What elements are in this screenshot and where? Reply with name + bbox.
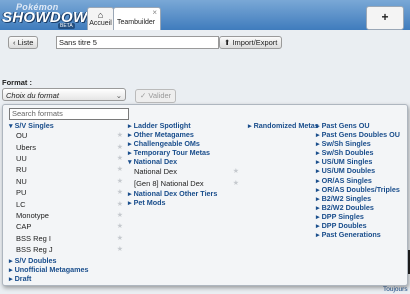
star-icon[interactable]: ★ [117, 164, 123, 175]
tab-accueil[interactable]: ⌂ Accueil [87, 7, 114, 30]
star-icon[interactable]: ★ [117, 153, 123, 164]
back-to-list-button[interactable]: ‹ Liste [8, 36, 39, 49]
format-option[interactable]: [Gen 8] National Dex ★ [128, 178, 241, 189]
home-icon: ⌂ [97, 10, 104, 20]
format-select[interactable]: Choix du format ⌄ [2, 88, 126, 101]
format-option-label: PU [16, 188, 27, 198]
format-option[interactable]: Monotype ★ [9, 210, 125, 221]
star-icon[interactable]: ★ [117, 210, 123, 221]
star-icon[interactable]: ★ [117, 142, 123, 153]
format-option[interactable]: CAP ★ [9, 221, 125, 232]
format-section-header[interactable]: ▸ Past Generations [316, 230, 406, 239]
format-option-label: NU [16, 176, 27, 186]
format-option-label: Monotype [16, 210, 49, 220]
format-option-label: [Gen 8] National Dex [134, 178, 204, 188]
team-name-input[interactable]: Sans titre 5 [56, 36, 219, 49]
star-icon[interactable]: ★ [117, 233, 123, 244]
format-select-value: Choix du format [6, 91, 59, 100]
format-section-header[interactable]: ▸ Pet Mods [128, 198, 241, 207]
format-section-header[interactable]: ▸ Temporary Tour Metas [128, 148, 241, 157]
star-icon[interactable]: ★ [117, 221, 123, 232]
format-section-header[interactable]: ▸ OR/AS Doubles/Triples [316, 185, 406, 194]
close-tab-icon[interactable]: × [152, 8, 157, 17]
format-section-header[interactable]: ▸ DPP Singles [316, 212, 406, 221]
format-option-label: BSS Reg J [16, 245, 53, 255]
format-option-label: LC [16, 199, 26, 209]
format-section-header[interactable]: ▸ Other Metagames [128, 130, 241, 139]
star-icon[interactable]: ★ [233, 166, 239, 177]
format-option[interactable]: BSS Reg I ★ [9, 233, 125, 244]
pokemon-showdown-logo[interactable]: Pokémon SHOWDOWN! BETA [2, 2, 104, 29]
format-section-header[interactable]: ▾ National Dex [128, 157, 241, 166]
format-option-label: CAP [16, 222, 32, 232]
format-section-header[interactable]: ▸ B2/W2 Singles [316, 194, 406, 203]
star-icon[interactable]: ★ [117, 244, 123, 255]
format-option-label: OU [16, 131, 28, 141]
format-section-header[interactable]: ▾ S/V Singles [9, 121, 125, 130]
format-section-header[interactable]: ▸ US/UM Singles [316, 157, 406, 166]
format-section-header[interactable]: ▸ S/V Doubles [9, 256, 125, 265]
format-option-label: Ubers [16, 142, 37, 152]
format-option-label: National Dex [134, 167, 177, 177]
search-formats-input[interactable]: Search formats [9, 108, 129, 120]
toujours-link[interactable]: Toujours [383, 286, 408, 293]
new-tab-button[interactable]: + [366, 6, 404, 30]
format-option-label: BSS Reg I [16, 233, 52, 243]
format-option[interactable]: Ubers ★ [9, 142, 125, 153]
format-column-3: ▸ Randomized Metas [248, 121, 319, 130]
star-icon[interactable]: ★ [117, 187, 123, 198]
format-section-header[interactable]: ▸ Draft [9, 274, 125, 283]
format-section-header[interactable]: ▸ Sw/Sh Singles [316, 139, 406, 148]
format-column-2: ▸ Ladder Spotlight ▸ Other Metagames ▸ Cha… [128, 121, 241, 207]
format-option[interactable]: UU ★ [9, 153, 125, 164]
format-section-header[interactable]: ▸ B2/W2 Doubles [316, 203, 406, 212]
format-picker-popup: Search formats ▾ S/V Singles OU ★ Ubers ★ UU ★… [2, 104, 408, 286]
format-section-header[interactable]: ▸ Randomized Metas [248, 121, 319, 130]
star-icon[interactable]: ★ [117, 199, 123, 210]
format-label: Format : [2, 78, 32, 87]
format-column-4: ▸ Past Gens OU ▸ Past Gens Doubles OU ▸ Sw… [316, 121, 406, 239]
format-option-label: UU [16, 153, 27, 163]
format-option[interactable]: OU ★ [9, 130, 125, 141]
format-section-header[interactable]: ▸ Unofficial Metagames [9, 265, 125, 274]
top-header: Pokémon SHOWDOWN! BETA ⌂ Accueil × Teamb… [0, 0, 410, 30]
star-icon[interactable]: ★ [117, 176, 123, 187]
format-section-header[interactable]: ▸ DPP Doubles [316, 221, 406, 230]
logo-beta-badge: BETA [58, 23, 75, 29]
tab-accueil-label: Accueil [89, 20, 112, 27]
format-section-header[interactable]: ▸ Challengeable OMs [128, 139, 241, 148]
star-icon[interactable]: ★ [233, 178, 239, 189]
format-section-header[interactable]: ▸ Past Gens OU [316, 121, 406, 130]
star-icon[interactable]: ★ [117, 130, 123, 141]
format-option[interactable]: BSS Reg J ★ [9, 244, 125, 255]
tab-teambuilder-label: Teambuilder [117, 19, 156, 26]
format-section-header[interactable]: ▸ Past Gens Doubles OU [316, 130, 406, 139]
format-option[interactable]: LC ★ [9, 199, 125, 210]
format-option[interactable]: NU ★ [9, 176, 125, 187]
chevron-down-icon: ⌄ [115, 91, 122, 100]
import-export-button[interactable]: ⬆ Import/Export [219, 36, 283, 49]
format-section-header[interactable]: ▸ National Dex Other Tiers [128, 189, 241, 198]
format-section-header[interactable]: ▸ Sw/Sh Doubles [316, 148, 406, 157]
format-section-header[interactable]: ▸ OR/AS Singles [316, 176, 406, 185]
format-column-1: ▾ S/V Singles OU ★ Ubers ★ UU ★ RU ★ NU ★ PU ★ LC ★ Mon… [9, 121, 125, 283]
format-option[interactable]: RU ★ [9, 164, 125, 175]
format-option-label: RU [16, 165, 27, 175]
validate-button[interactable]: ✓ Valider [135, 89, 177, 103]
format-section-header[interactable]: ▸ Ladder Spotlight [128, 121, 241, 130]
format-option[interactable]: National Dex ★ [128, 166, 241, 177]
format-option[interactable]: PU ★ [9, 187, 125, 198]
tab-teambuilder[interactable]: × Teambuilder [113, 7, 161, 30]
format-section-header[interactable]: ▸ US/UM Doubles [316, 166, 406, 175]
